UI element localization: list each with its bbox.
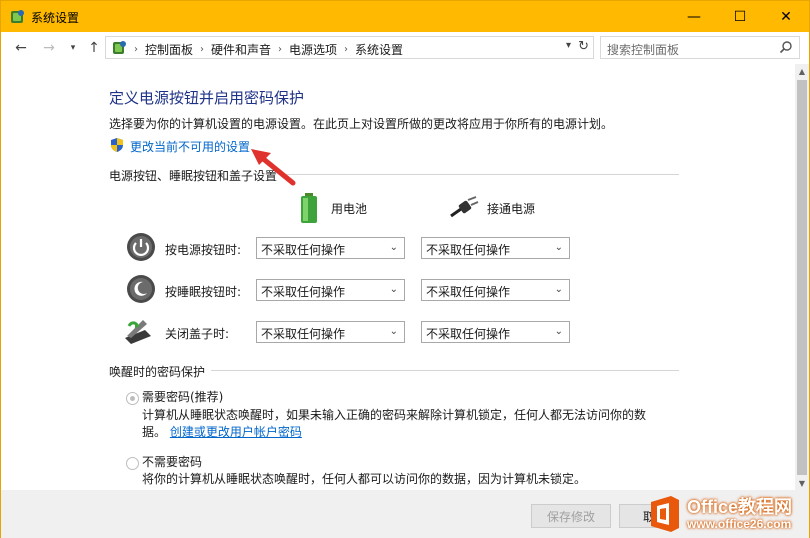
sleep-button-plugged-select[interactable]: 不采取任何操作 ⌄: [421, 279, 570, 301]
sleep-button-label: 按睡眠按钮时:: [165, 285, 242, 299]
laptop-lid-icon: [125, 320, 151, 344]
red-pointer-arrow-icon: [251, 149, 296, 186]
search-input[interactable]: 搜索控制面板: [607, 41, 679, 58]
watermark-brand: Office教程网: [687, 497, 793, 517]
battery-column-header: 用电池: [297, 192, 367, 224]
chevron-right-icon[interactable]: ›: [200, 44, 204, 55]
power-button-battery-select[interactable]: 不采取任何操作 ⌄: [256, 237, 405, 259]
page-description: 选择要为你的计算机设置的电源设置。在此页上对设置所做的更改将应用于你所有的电源计…: [109, 117, 614, 131]
no-password-radio[interactable]: [126, 457, 139, 470]
chevron-down-icon: ⌄: [554, 326, 563, 337]
chevron-down-icon: ⌄: [389, 326, 398, 337]
require-password-label[interactable]: 需要密码(推荐): [142, 388, 223, 406]
chevron-right-icon[interactable]: ›: [278, 44, 282, 55]
close-lid-plugged-select[interactable]: 不采取任何操作 ⌄: [421, 321, 570, 343]
title-bar[interactable]: 系统设置 — ☐ ✕: [1, 1, 809, 32]
window-title: 系统设置: [31, 11, 80, 25]
close-lid-label: 关闭盖子时:: [165, 327, 230, 341]
no-password-label[interactable]: 不需要密码: [142, 453, 202, 471]
content-pane: 定义电源按钮并启用密码保护 选择要为你的计算机设置的电源设置。在此页上对设置所做…: [1, 64, 795, 490]
uac-shield-icon: [111, 138, 123, 152]
require-password-description: 计算机从睡眠状态唤醒时，如果未输入正确的密码来解除计算机锁定，任何人都无法访问你…: [142, 408, 647, 422]
scroll-down-icon[interactable]: ▼: [795, 476, 809, 490]
recent-locations-icon[interactable]: ▾: [63, 38, 83, 58]
require-password-description-line2: 据。 创建或更改用户帐户密码: [142, 423, 302, 441]
breadcrumb-hardware-sound[interactable]: 硬件和声音: [211, 41, 271, 58]
power-button-plugged-select[interactable]: 不采取任何操作 ⌄: [421, 237, 570, 259]
control-panel-icon: [113, 41, 126, 54]
plugged-in-column-header: 接通电源: [449, 196, 535, 220]
password-section-heading: 唤醒时的密码保护: [109, 363, 212, 380]
office-logo-icon: [651, 496, 679, 532]
battery-column-label: 用电池: [331, 201, 368, 216]
power-button-icon: [127, 233, 155, 261]
system-settings-window: 系统设置 — ☐ ✕ ← → ▾ ↑ › 控制面板 › 硬件和声音 › 电源选项…: [0, 0, 810, 538]
breadcrumb-power-options[interactable]: 电源选项: [289, 41, 337, 58]
close-button[interactable]: ✕: [763, 1, 809, 32]
navigation-bar: ← → ▾ ↑ › 控制面板 › 硬件和声音 › 电源选项 › 系统设置 ▾ ↻: [1, 32, 809, 64]
plugged-in-column-label: 接通电源: [487, 201, 536, 216]
page-title: 定义电源按钮并启用密码保护: [109, 89, 305, 107]
sleep-button-battery-select[interactable]: 不采取任何操作 ⌄: [256, 279, 405, 301]
no-password-description: 将你的计算机从睡眠状态唤醒时，任何人都可以访问你的数据，因为计算机未锁定。: [142, 472, 587, 486]
save-changes-button[interactable]: 保存修改: [531, 504, 611, 528]
search-box[interactable]: 搜索控制面板: [600, 36, 800, 59]
chevron-down-icon: ⌄: [554, 284, 563, 295]
breadcrumb-system-settings[interactable]: 系统设置: [355, 41, 403, 58]
scroll-up-icon[interactable]: ▲: [795, 64, 809, 78]
breadcrumb-control-panel[interactable]: 控制面板: [145, 41, 193, 58]
chevron-down-icon: ⌄: [389, 284, 398, 295]
vertical-scrollbar[interactable]: ▲ ▼: [795, 64, 809, 490]
office26-watermark: Office教程网 www.office26.com: [641, 489, 810, 538]
address-bar[interactable]: › 控制面板 › 硬件和声音 › 电源选项 › 系统设置 ▾ ↻: [105, 36, 594, 59]
require-password-radio[interactable]: [126, 392, 139, 405]
description-text: 据。: [142, 425, 167, 439]
close-lid-battery-select[interactable]: 不采取任何操作 ⌄: [256, 321, 405, 343]
breadcrumb: › 控制面板 › 硬件和声音 › 电源选项 › 系统设置: [134, 41, 403, 58]
chevron-right-icon: ›: [134, 44, 138, 55]
select-value: 不采取任何操作: [426, 327, 511, 341]
maximize-button[interactable]: ☐: [717, 1, 763, 32]
sleep-button-icon: [127, 275, 155, 303]
select-value: 不采取任何操作: [261, 243, 346, 257]
forward-arrow-icon[interactable]: →: [39, 38, 59, 58]
scroll-thumb[interactable]: [797, 80, 807, 475]
search-icon[interactable]: [779, 40, 793, 54]
refresh-icon[interactable]: ↻: [578, 39, 589, 54]
select-value: 不采取任何操作: [261, 327, 346, 341]
select-value: 不采取任何操作: [426, 243, 511, 257]
up-arrow-icon[interactable]: ↑: [84, 38, 104, 58]
power-options-icon: [11, 10, 24, 23]
address-dropdown-icon[interactable]: ▾: [566, 40, 571, 51]
change-unavailable-settings-link[interactable]: 更改当前不可用的设置: [130, 138, 250, 155]
power-button-label: 按电源按钮时:: [165, 243, 242, 257]
chevron-right-icon[interactable]: ›: [344, 44, 348, 55]
battery-icon: [301, 193, 317, 223]
back-arrow-icon[interactable]: ←: [11, 38, 31, 58]
power-plug-icon: [450, 196, 479, 218]
create-change-password-link[interactable]: 创建或更改用户帐户密码: [170, 425, 302, 439]
select-value: 不采取任何操作: [261, 285, 346, 299]
select-value: 不采取任何操作: [426, 285, 511, 299]
minimize-button[interactable]: —: [671, 1, 717, 32]
chevron-down-icon: ⌄: [389, 242, 398, 253]
chevron-down-icon: ⌄: [554, 242, 563, 253]
watermark-url: www.office26.com: [687, 517, 792, 531]
